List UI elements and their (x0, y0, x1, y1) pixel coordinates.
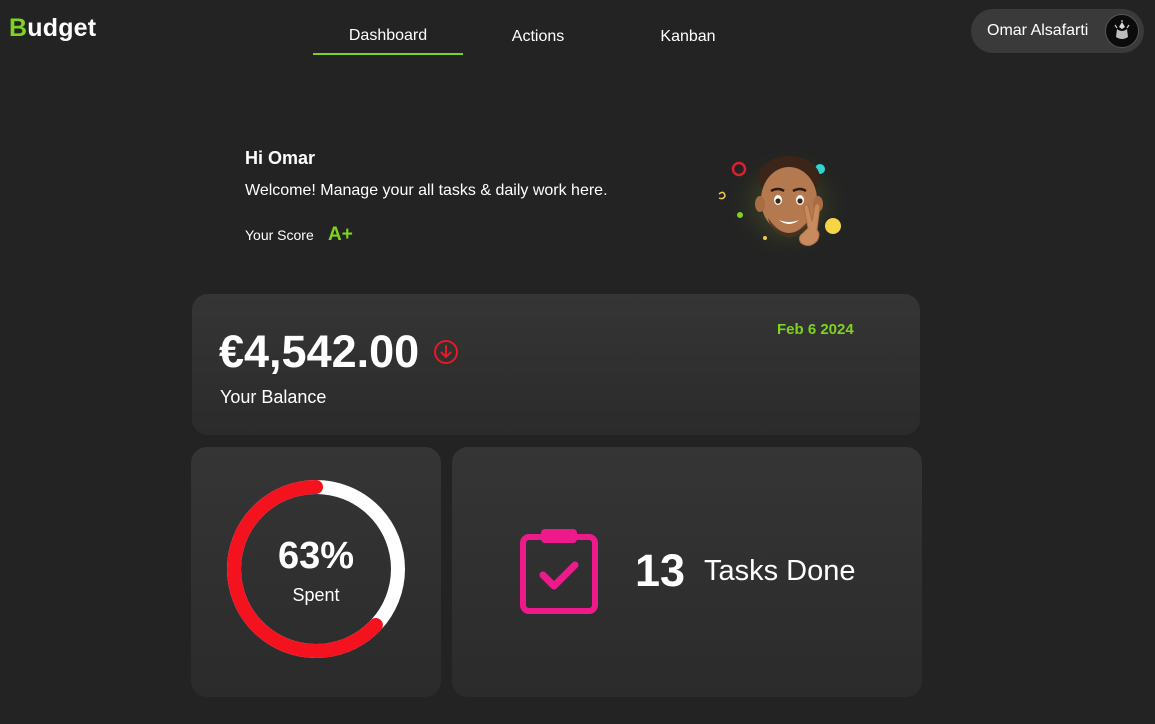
user-name: Omar Alsafarti (987, 22, 1089, 39)
tasks-label: Tasks Done (704, 555, 856, 587)
user-menu[interactable]: Omar Alsafarti (971, 9, 1144, 53)
spent-percent: 63% (277, 535, 355, 577)
balance-card: €4,542.00 Your Balance Feb 6 2024 (192, 294, 920, 435)
score-value: A+ (328, 224, 353, 245)
balance-amount: €4,542.00 (219, 326, 420, 377)
logo-initial: B (9, 14, 28, 42)
greeting-message: Welcome! Manage your all tasks & daily w… (245, 182, 608, 199)
spent-label: Spent (292, 585, 340, 605)
main-nav: Dashboard Actions Kanban (313, 18, 763, 55)
spent-card: 63% Spent (191, 447, 441, 697)
score-label: Your Score (245, 227, 314, 243)
dashboard-page: Budget Dashboard Actions Kanban Omar Als… (0, 0, 1155, 724)
tab-kanban[interactable]: Kanban (613, 18, 763, 55)
clipboard-check-icon (519, 527, 599, 615)
user-avatar-icon (1105, 14, 1139, 48)
greeting-title: Hi Omar (245, 148, 316, 168)
tab-dashboard[interactable]: Dashboard (313, 18, 463, 55)
balance-label: Your Balance (220, 387, 327, 407)
memoji-illustration (712, 148, 852, 260)
logo-text: udget (27, 14, 97, 42)
app-logo[interactable]: Budget (9, 14, 96, 43)
tasks-card: 13 Tasks Done (452, 447, 922, 697)
tab-actions[interactable]: Actions (463, 18, 613, 55)
balance-date: Feb 6 2024 (777, 321, 854, 338)
tasks-count: 13 (635, 545, 686, 596)
arrow-down-circle-icon (433, 339, 459, 365)
